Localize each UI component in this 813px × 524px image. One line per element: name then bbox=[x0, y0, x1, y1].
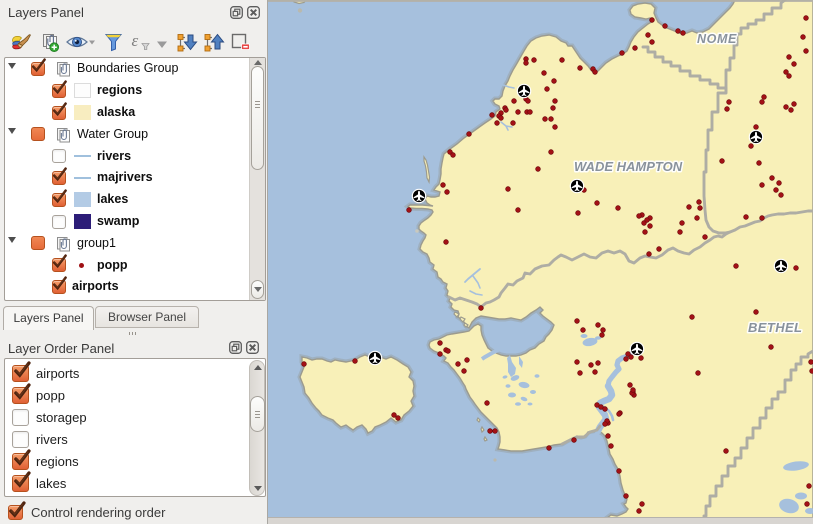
svg-text:ε: ε bbox=[132, 33, 139, 50]
svg-text:WADE HAMPTON: WADE HAMPTON bbox=[574, 159, 683, 174]
svg-text:NOME: NOME bbox=[697, 32, 737, 46]
svg-text:BETHEL: BETHEL bbox=[748, 320, 802, 335]
